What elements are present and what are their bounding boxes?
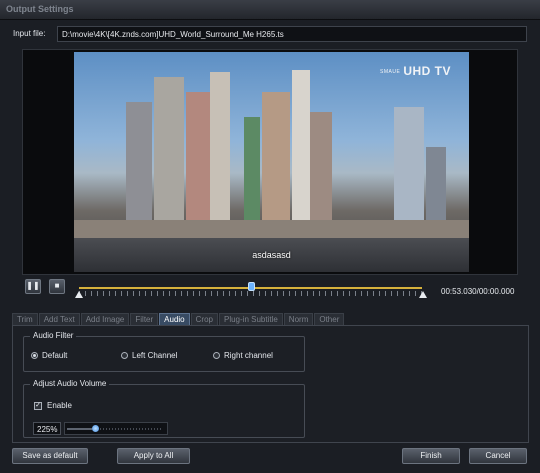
volume-slider-knob[interactable] <box>91 425 99 432</box>
enable-label: Enable <box>47 401 72 410</box>
tab-trim[interactable]: Trim <box>12 313 38 325</box>
radio-right-channel[interactable]: Right channel <box>213 351 273 360</box>
settings-tabs: Trim Add Text Add Image Filter Audio Crop Plug… <box>12 313 345 325</box>
radio-default[interactable]: Default <box>31 351 67 360</box>
radio-default-dot <box>31 352 38 359</box>
radio-right-dot <box>213 352 220 359</box>
audio-volume-group: Adjust Audio Volume ✓ Enable 225% <box>23 379 305 438</box>
checkbox-box: ✓ <box>34 401 42 410</box>
save-as-default-button[interactable]: Save as default <box>12 448 88 464</box>
input-file-row: Input file: D:\movie\4K\[4K.znds.com]UHD… <box>0 24 540 44</box>
radio-left-channel[interactable]: Left Channel <box>121 351 177 360</box>
tab-other[interactable]: Other <box>314 313 345 325</box>
tab-audio[interactable]: Audio <box>159 313 190 325</box>
volume-value-field[interactable]: 225% <box>33 422 61 435</box>
audio-filter-title: Audio Filter <box>30 331 77 340</box>
cancel-button[interactable]: Cancel <box>469 448 527 464</box>
trim-end-marker[interactable] <box>419 291 427 298</box>
pause-button[interactable]: ❚❚ <box>25 279 41 294</box>
trim-start-marker[interactable] <box>75 291 83 298</box>
audio-volume-title: Adjust Audio Volume <box>30 379 110 388</box>
apply-to-all-button[interactable]: Apply to All <box>117 448 190 464</box>
tab-add-image[interactable]: Add Image <box>80 313 130 325</box>
tab-plug-in-subtitle[interactable]: Plug-in Subtitle <box>218 313 283 325</box>
tab-filter[interactable]: Filter <box>130 313 159 325</box>
timeline-ticks <box>79 291 422 296</box>
subtitle-caption: asdasasd <box>252 250 291 260</box>
stop-icon: ■ <box>54 281 60 290</box>
input-file-field[interactable]: D:\movie\4K\[4K.znds.com]UHD_World_Surro… <box>57 26 527 42</box>
tab-crop[interactable]: Crop <box>190 313 218 325</box>
finish-button[interactable]: Finish <box>402 448 460 464</box>
playhead-thumb[interactable] <box>247 282 255 291</box>
channel-logo: SMAUE UHD TV <box>380 64 451 78</box>
window-title: Output Settings <box>6 4 74 14</box>
pause-icon: ❚❚ <box>26 281 40 290</box>
video-preview: SMAUE UHD TV asdasasd <box>74 52 469 272</box>
tab-norm[interactable]: Norm <box>283 313 314 325</box>
radio-left-label: Left Channel <box>132 351 178 360</box>
input-file-label: Input file: <box>13 29 46 38</box>
enable-volume-checkbox[interactable]: ✓ Enable <box>34 401 72 410</box>
volume-slider-fill <box>67 428 92 430</box>
volume-slider[interactable] <box>64 422 168 435</box>
title-bar: Output Settings <box>0 0 540 20</box>
radio-default-label: Default <box>42 351 68 360</box>
stop-button[interactable]: ■ <box>49 279 65 294</box>
radio-right-label: Right channel <box>224 351 273 360</box>
radio-left-dot <box>121 352 128 359</box>
timeline-slider[interactable] <box>75 281 427 301</box>
tab-add-text[interactable]: Add Text <box>38 313 80 325</box>
audio-tab-panel: Audio Filter Default Left Channel Right … <box>12 325 529 443</box>
timecode: 00:53.030/00:00.000 <box>441 287 515 296</box>
preview-panel: SMAUE UHD TV asdasasd <box>22 49 518 275</box>
